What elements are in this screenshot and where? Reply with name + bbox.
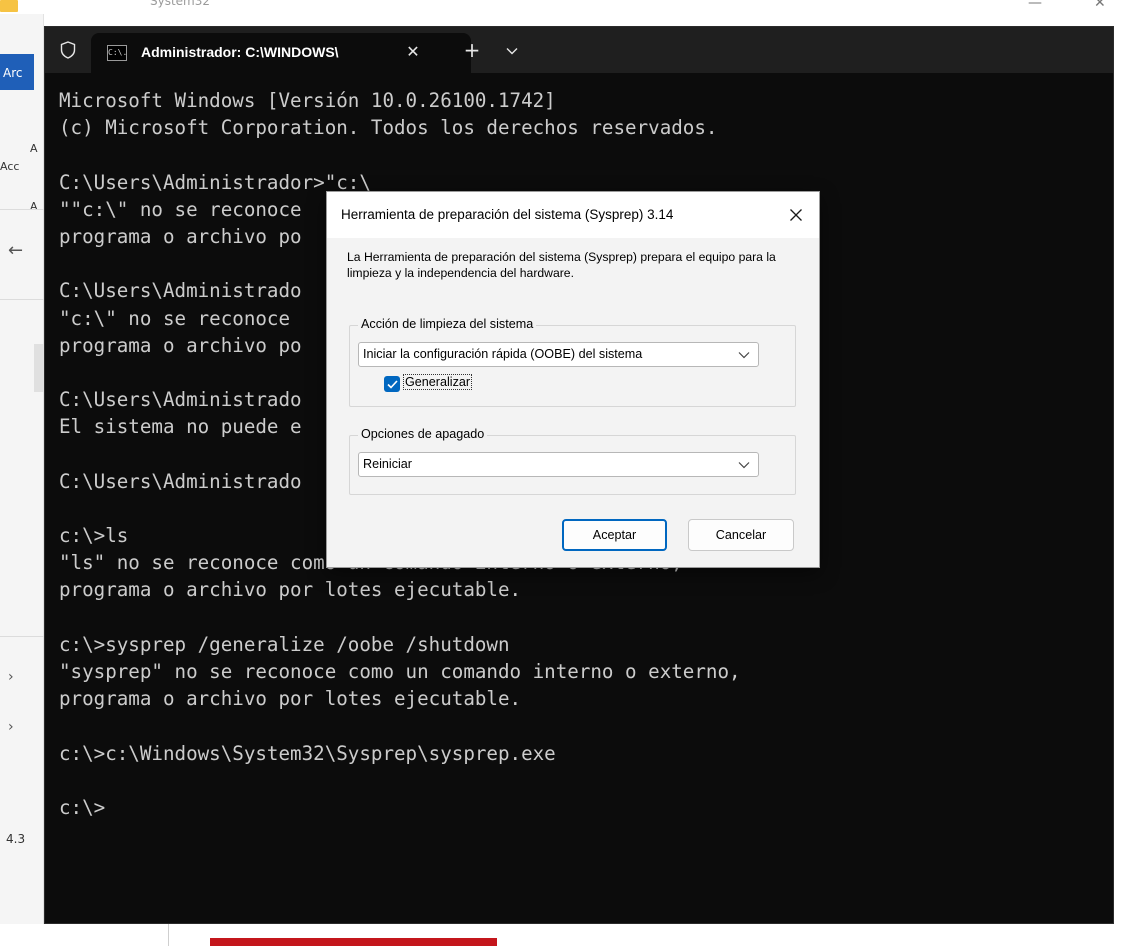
shutdown-options-group: Opciones de apagado Reiniciar	[349, 427, 796, 495]
dialog-close-icon[interactable]	[773, 192, 819, 238]
new-tab-button[interactable]: +	[457, 37, 487, 65]
divider	[0, 209, 44, 210]
sysprep-dialog: Herramienta de preparación del sistema (…	[326, 191, 820, 568]
shutdown-options-value: Reiniciar	[363, 457, 412, 471]
close-tab-icon[interactable]: ✕	[401, 40, 425, 64]
dialog-title: Herramienta de preparación del sistema (…	[341, 207, 674, 222]
close-icon[interactable]: ✕	[1094, 0, 1106, 11]
back-arrow-icon[interactable]: ←	[8, 240, 23, 261]
divider	[0, 636, 44, 637]
folder-icon	[0, 0, 18, 12]
shutdown-options-select[interactable]: Reiniciar	[358, 452, 759, 477]
console-line: c:\>c:\Windows\System32\Sysprep\sysprep.…	[59, 741, 556, 765]
background-bottom-strip	[0, 924, 1147, 946]
background-left-panel: Arc A Acc A ← › › 4.3	[0, 14, 44, 946]
shutdown-options-legend: Opciones de apagado	[358, 427, 488, 441]
console-line: c:\>sysprep /generalize /oobe /shutdown	[59, 632, 510, 656]
divider	[168, 924, 169, 946]
dialog-description: La Herramienta de preparación del sistem…	[347, 250, 776, 280]
background-tab-archivo[interactable]: Arc	[0, 54, 34, 90]
background-right-area	[1112, 14, 1147, 924]
chevron-right-icon[interactable]: ›	[8, 719, 14, 735]
console-line: programa o archivo por lotes ejecutable.	[59, 687, 522, 711]
console-line: c:\>	[59, 795, 106, 819]
background-label: 4.3	[6, 832, 26, 846]
cleanup-action-group: Acción de limpieza del sistema Iniciar l…	[349, 317, 796, 407]
console-line: programa o archivo por lotes ejecutable.	[59, 578, 522, 602]
background-label: A	[30, 200, 38, 213]
command-prompt-icon: C:\.	[107, 45, 127, 61]
background-label: A	[30, 142, 38, 155]
console-line: Microsoft Windows [Versión 10.0.26100.17…	[59, 89, 556, 112]
divider	[0, 299, 44, 300]
cleanup-action-select[interactable]: Iniciar la configuración rápida (OOBE) d…	[358, 342, 759, 367]
generalize-label[interactable]: Generalizar	[402, 374, 473, 390]
chevron-right-icon[interactable]: ›	[8, 669, 14, 685]
cleanup-action-value: Iniciar la configuración rápida (OOBE) d…	[363, 347, 643, 361]
background-title-strip: System32 — ✕	[0, 0, 1147, 14]
console-line: "sysprep" no se reconoce como un comando…	[59, 659, 741, 683]
chevron-down-icon	[738, 352, 750, 359]
red-bar-end	[497, 938, 551, 946]
admin-shield-icon[interactable]	[53, 35, 83, 65]
selection-highlight	[34, 344, 44, 392]
cancel-button[interactable]: Cancelar	[688, 519, 794, 551]
chevron-down-icon	[738, 462, 750, 469]
console-line: (c) Microsoft Corporation. Todos los der…	[59, 116, 718, 140]
generalize-checkbox[interactable]	[384, 376, 400, 392]
cleanup-action-legend: Acción de limpieza del sistema	[358, 317, 537, 331]
terminal-tab-bar: C:\. Administrador: C:\WINDOWS\ ✕ +	[45, 27, 1113, 73]
minimize-icon[interactable]: —	[1028, 0, 1042, 11]
dialog-title-bar[interactable]: Herramienta de preparación del sistema (…	[327, 192, 819, 238]
accept-button[interactable]: Aceptar	[562, 519, 667, 551]
background-window-title: System32	[150, 0, 211, 8]
background-label: Acc	[0, 160, 20, 173]
terminal-tab[interactable]: C:\. Administrador: C:\WINDOWS\ ✕	[91, 33, 471, 73]
tab-title: Administrador: C:\WINDOWS\	[141, 44, 339, 60]
chevron-down-icon[interactable]	[499, 37, 525, 65]
